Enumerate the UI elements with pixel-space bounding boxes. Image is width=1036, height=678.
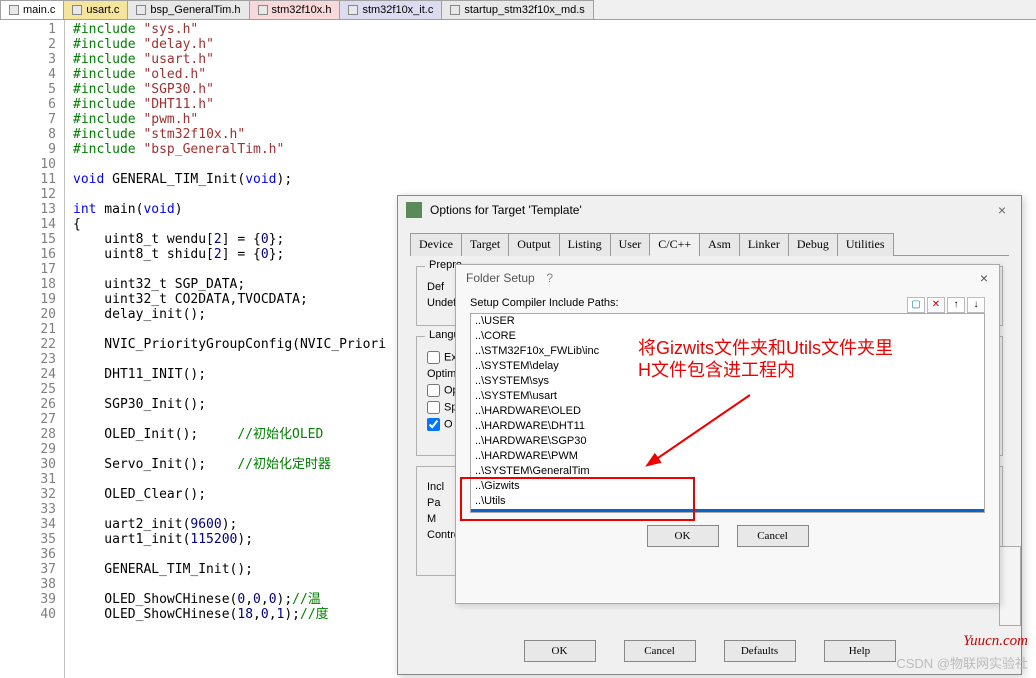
annotation-text: 将Gizwits文件夹和Utils文件夹里 H文件包含进工程内 [638, 337, 893, 381]
ok-button[interactable]: OK [647, 525, 719, 547]
move-down-button[interactable]: ↓ [967, 297, 985, 313]
watermark-csdn: CSDN @物联网实验社 [896, 653, 1028, 672]
file-icon [136, 5, 146, 15]
move-up-button[interactable]: ↑ [947, 297, 965, 313]
watermark: Yuucn.com [963, 633, 1028, 650]
list-item[interactable]: ..\Utils [471, 494, 984, 509]
options-tab[interactable]: Target [461, 233, 509, 256]
file-icon [348, 5, 358, 15]
file-icon [9, 5, 19, 15]
checkbox-o[interactable] [427, 418, 440, 431]
list-item[interactable]: ..\HARDWARE\PWM [471, 449, 984, 464]
options-tab[interactable]: Utilities [837, 233, 894, 256]
options-tab[interactable]: C/C++ [649, 233, 700, 256]
list-item[interactable]: ..\HARDWARE\SGP30 [471, 434, 984, 449]
file-tab[interactable]: usart.c [63, 0, 128, 19]
options-tab[interactable]: Debug [788, 233, 838, 256]
checkbox-sp[interactable] [427, 401, 440, 414]
close-icon[interactable]: × [991, 202, 1013, 218]
checkbox-ex[interactable] [427, 351, 440, 364]
options-tab[interactable]: Listing [559, 233, 611, 256]
options-tab[interactable]: Asm [699, 233, 740, 256]
app-icon [406, 202, 422, 218]
dialog2-titlebar: Folder Setup ? × [456, 265, 999, 291]
dialog-titlebar: Options for Target 'Template' × [398, 196, 1021, 224]
file-tab[interactable]: stm32f10x_it.c [339, 0, 442, 19]
ok-button[interactable]: OK [524, 640, 596, 662]
side-stub [999, 546, 1021, 626]
dialog-title: Options for Target 'Template' [430, 203, 582, 217]
new-button[interactable]: ▢ [907, 297, 925, 313]
options-tabs: DeviceTargetOutputListingUserC/C++AsmLin… [410, 232, 1009, 256]
list-item[interactable]: ..\Gizwits [471, 479, 984, 494]
line-gutter: 1234567891011121314151617181920212223242… [0, 20, 65, 678]
file-tabs: main.cusart.cbsp_GeneralTim.hstm32f10x.h… [0, 0, 1036, 20]
options-tab[interactable]: User [610, 233, 651, 256]
options-tab[interactable]: Output [508, 233, 559, 256]
cancel-button[interactable]: Cancel [737, 525, 809, 547]
dialog2-title: Folder Setup [466, 271, 535, 285]
dialog2-buttons: OK Cancel [470, 525, 985, 547]
help-icon[interactable]: ? [535, 271, 565, 285]
list-item-selected[interactable] [471, 509, 984, 513]
list-item[interactable]: ..\USER [471, 314, 984, 329]
folder-setup-dialog: Folder Setup ? × ▢ ✕ ↑ ↓ Setup Compiler … [455, 264, 1000, 604]
cancel-button[interactable]: Cancel [624, 640, 696, 662]
list-item[interactable]: ..\SYSTEM\usart [471, 389, 984, 404]
file-icon [450, 5, 460, 15]
defaults-button[interactable]: Defaults [724, 640, 796, 662]
file-icon [258, 5, 268, 15]
help-button[interactable]: Help [824, 640, 896, 662]
checkbox-op[interactable] [427, 384, 440, 397]
file-icon [72, 5, 82, 15]
options-tab[interactable]: Linker [739, 233, 789, 256]
close-icon[interactable]: × [969, 270, 999, 286]
list-item[interactable]: ..\HARDWARE\DHT11 [471, 419, 984, 434]
file-tab[interactable]: startup_stm32f10x_md.s [441, 0, 593, 19]
list-item[interactable]: ..\HARDWARE\OLED [471, 404, 984, 419]
options-tab[interactable]: Device [410, 233, 462, 256]
list-item[interactable]: ..\SYSTEM\GeneralTim [471, 464, 984, 479]
delete-button[interactable]: ✕ [927, 297, 945, 313]
file-tab[interactable]: stm32f10x.h [249, 0, 341, 19]
list-toolbar: ▢ ✕ ↑ ↓ [907, 297, 985, 313]
file-tab[interactable]: bsp_GeneralTim.h [127, 0, 249, 19]
file-tab[interactable]: main.c [0, 0, 64, 19]
